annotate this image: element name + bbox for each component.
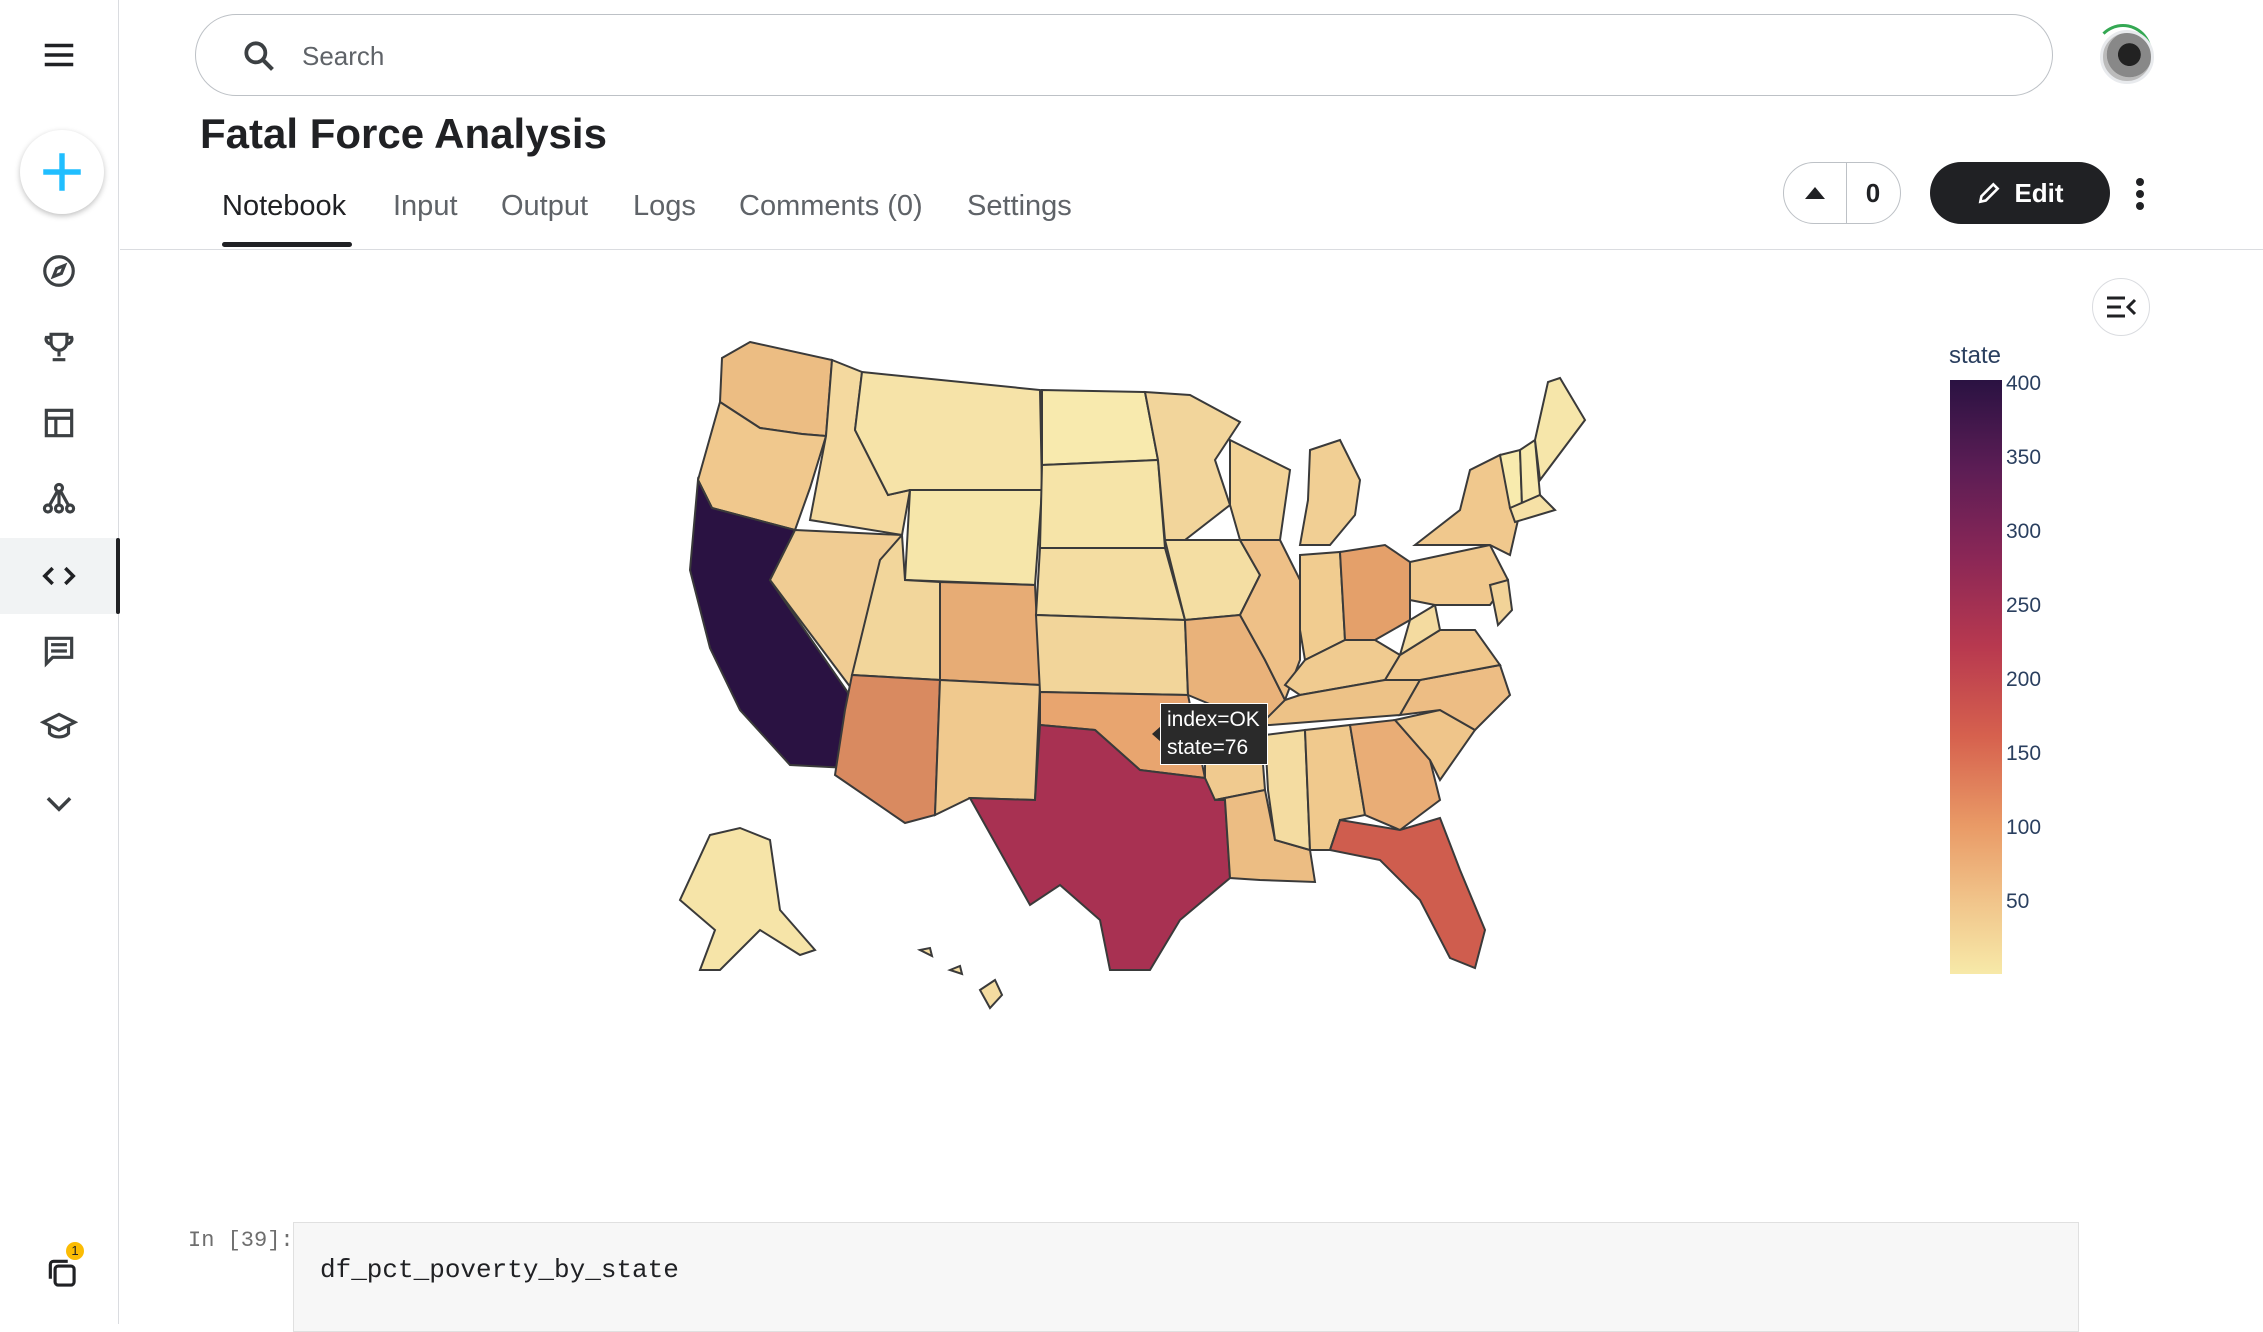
state-FL[interactable] bbox=[1328, 816, 1487, 970]
vote-count: 0 bbox=[1865, 177, 1881, 208]
discussion-icon[interactable] bbox=[0, 620, 118, 682]
state-NM[interactable] bbox=[933, 678, 1042, 817]
state-ME[interactable] bbox=[1533, 376, 1587, 483]
state-HI[interactable] bbox=[916, 946, 1004, 1010]
state-WI[interactable] bbox=[1229, 438, 1292, 541]
more-options-icon[interactable] bbox=[2120, 172, 2160, 216]
code-text[interactable]: df_pct_poverty_by_state bbox=[320, 1255, 679, 1285]
tab-output[interactable]: Output bbox=[501, 190, 588, 223]
chevron-down-icon[interactable] bbox=[0, 772, 118, 834]
compass-icon[interactable] bbox=[0, 240, 118, 302]
state-AZ[interactable] bbox=[833, 673, 942, 825]
upvote-button[interactable] bbox=[1784, 163, 1847, 223]
tooltip-line-value: state=76 bbox=[1167, 736, 1249, 759]
tab-logs[interactable]: Logs bbox=[633, 190, 696, 223]
colorbar-tick: 150 bbox=[2006, 742, 2042, 765]
colorbar-tick: 400 bbox=[2006, 372, 2042, 395]
edit-button[interactable]: Edit bbox=[1930, 162, 2110, 224]
notification-badge: 1 bbox=[66, 1242, 84, 1260]
avatar[interactable] bbox=[2100, 30, 2154, 84]
page-title: Fatal Force Analysis bbox=[200, 110, 607, 157]
pencil-icon bbox=[1979, 182, 2000, 204]
colorbar-tick: 100 bbox=[2006, 816, 2042, 839]
code-icon[interactable] bbox=[0, 538, 120, 614]
colorbar-tick: 50 bbox=[2006, 890, 2030, 913]
colorbar-tick: 350 bbox=[2006, 446, 2042, 469]
state-KS[interactable] bbox=[1034, 613, 1190, 697]
colorbar-tick: 300 bbox=[2006, 520, 2042, 543]
state-WY[interactable] bbox=[903, 489, 1044, 587]
menu-icon[interactable] bbox=[0, 24, 118, 86]
search-icon bbox=[244, 41, 274, 71]
table-of-contents-button[interactable] bbox=[2092, 278, 2150, 336]
colorbar-tick: 200 bbox=[2006, 668, 2042, 691]
header-divider bbox=[120, 249, 2263, 250]
caret-up-icon bbox=[1805, 187, 1825, 199]
state-AK[interactable] bbox=[678, 826, 817, 971]
state-CO[interactable] bbox=[939, 580, 1042, 687]
state-ND[interactable] bbox=[1041, 388, 1160, 467]
models-icon[interactable] bbox=[0, 468, 118, 530]
choropleth-map[interactable] bbox=[640, 330, 1700, 1010]
tab-notebook[interactable]: Notebook bbox=[222, 190, 346, 223]
create-button[interactable] bbox=[20, 130, 104, 214]
edit-button-label: Edit bbox=[2014, 177, 2064, 208]
vote-control: 0 bbox=[1783, 162, 1901, 224]
state-MI[interactable] bbox=[1298, 438, 1362, 546]
hover-tooltip: index=OK state=76 bbox=[1160, 703, 1268, 765]
cell-prompt: In [39]: bbox=[188, 1228, 294, 1253]
colorbar-tick: 250 bbox=[2006, 594, 2042, 617]
state-SD[interactable] bbox=[1038, 458, 1167, 549]
tab-comments[interactable]: Comments (0) bbox=[739, 190, 923, 223]
notifications-icon[interactable] bbox=[44, 1255, 82, 1298]
code-cell[interactable]: df_pct_poverty_by_state bbox=[293, 1222, 2079, 1332]
search-input[interactable] bbox=[300, 35, 1904, 77]
state-MT[interactable] bbox=[853, 370, 1044, 497]
state-NJ[interactable] bbox=[1488, 578, 1514, 628]
plus-icon bbox=[43, 153, 81, 191]
toc-icon bbox=[2107, 296, 2137, 318]
colorbar bbox=[1950, 380, 2002, 974]
table-icon[interactable] bbox=[0, 392, 118, 454]
sidebar: 1 bbox=[0, 0, 120, 1324]
search-bar[interactable] bbox=[195, 14, 2053, 96]
tooltip-line-index: index=OK bbox=[1167, 708, 1260, 731]
colorbar-title: state bbox=[1949, 342, 2002, 369]
learn-icon[interactable] bbox=[0, 696, 118, 758]
state-NE[interactable] bbox=[1034, 547, 1187, 622]
state-OH[interactable] bbox=[1338, 543, 1411, 641]
tab-settings[interactable]: Settings bbox=[967, 190, 1072, 223]
tab-input[interactable]: Input bbox=[393, 190, 458, 223]
active-tab-indicator bbox=[222, 242, 352, 247]
trophy-icon[interactable] bbox=[0, 316, 118, 378]
